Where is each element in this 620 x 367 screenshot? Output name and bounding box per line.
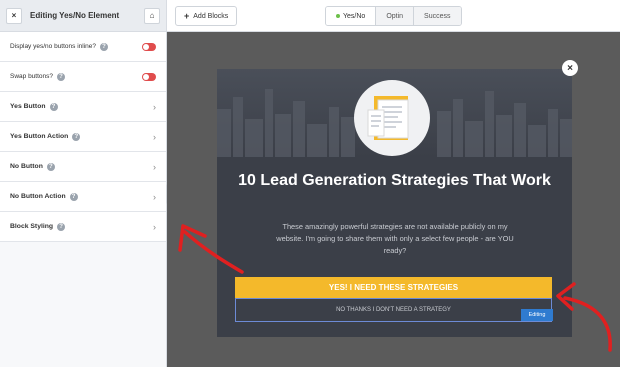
setting-label: Display yes/no buttons inline? [10, 43, 96, 50]
sidebar: × Editing Yes/No Element ⌂ Display yes/n… [0, 0, 167, 367]
home-button[interactable]: ⌂ [144, 7, 160, 24]
yes-button[interactable]: YES! I NEED THESE STRATEGIES [235, 277, 552, 298]
setting-label: Yes Button Action [10, 133, 69, 140]
sidebar-title: Editing Yes/No Element [30, 11, 120, 20]
help-icon[interactable]: ? [57, 222, 66, 231]
setting-no-button-action[interactable]: No Button Action? › [0, 182, 166, 212]
editing-badge: Editing [521, 309, 553, 321]
chevron-right-icon: › [153, 131, 156, 142]
active-dot-icon [336, 14, 340, 18]
popup-headline[interactable]: 10 Lead Generation Strategies That Work [217, 171, 572, 190]
setting-label: Block Styling [10, 223, 54, 230]
setting-label: Swap buttons? [10, 73, 54, 80]
setting-block-styling[interactable]: Block Styling? › [0, 212, 166, 242]
document-icon [354, 80, 430, 156]
tab-optin[interactable]: Optin [376, 7, 415, 25]
tab-label: Success [424, 12, 451, 20]
add-blocks-label: Add Blocks [193, 12, 229, 20]
popup-body-text[interactable]: These amazingly powerful strategies are … [270, 221, 520, 257]
help-icon[interactable]: ? [46, 162, 55, 171]
popup-close-button[interactable]: × [562, 60, 578, 76]
tab-label: Optin [386, 12, 404, 20]
setting-yes-button-action[interactable]: Yes Button Action? › [0, 122, 166, 152]
chevron-right-icon: › [153, 161, 156, 172]
help-icon[interactable]: ? [49, 102, 58, 111]
close-icon: × [11, 11, 17, 20]
view-tabs: Yes/No Optin Success [325, 6, 462, 26]
close-icon: × [567, 62, 573, 74]
plus-icon: + [184, 11, 190, 21]
tab-success[interactable]: Success [414, 7, 461, 25]
tab-yes-no[interactable]: Yes/No [326, 7, 377, 25]
help-icon[interactable]: ? [100, 42, 108, 51]
close-editor-button[interactable]: × [6, 7, 22, 24]
help-icon[interactable]: ? [72, 132, 81, 141]
top-toolbar: + Add Blocks Yes/No Optin Success [167, 0, 620, 32]
setting-display-inline[interactable]: Display yes/no buttons inline?? [0, 32, 166, 62]
home-icon: ⌂ [149, 11, 155, 20]
swap-buttons-toggle[interactable] [142, 72, 156, 81]
add-blocks-button[interactable]: + Add Blocks [175, 6, 238, 26]
chevron-right-icon: › [153, 101, 156, 112]
setting-swap-buttons[interactable]: Swap buttons?? [0, 62, 166, 92]
sidebar-header: × Editing Yes/No Element ⌂ [0, 0, 166, 32]
setting-no-button[interactable]: No Button? › [0, 152, 166, 182]
display-inline-toggle[interactable] [142, 42, 156, 51]
chevron-right-icon: › [153, 191, 156, 202]
setting-label: Yes Button [10, 103, 46, 110]
no-button[interactable]: NO THANKS I DON'T NEED A STRATEGY [235, 298, 552, 322]
setting-yes-button[interactable]: Yes Button? › [0, 92, 166, 122]
help-icon[interactable]: ? [69, 192, 78, 201]
help-icon[interactable]: ? [57, 72, 66, 81]
chevron-right-icon: › [153, 221, 156, 232]
tab-label: Yes/No [343, 12, 366, 20]
setting-label: No Button [10, 163, 43, 170]
setting-label: No Button Action [10, 193, 66, 200]
